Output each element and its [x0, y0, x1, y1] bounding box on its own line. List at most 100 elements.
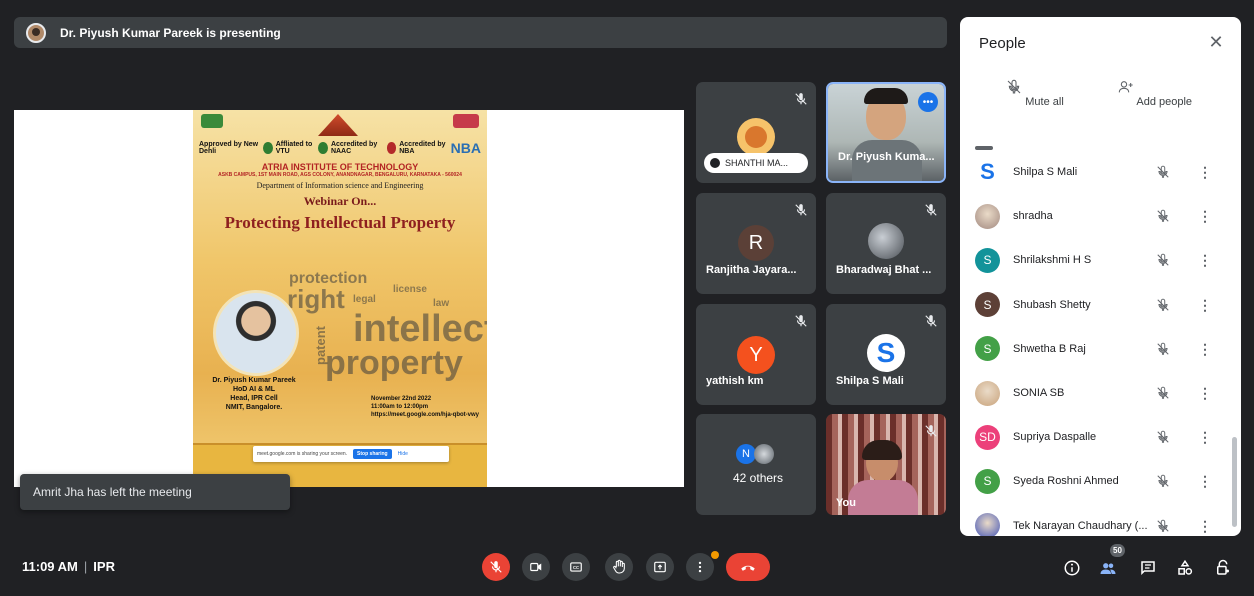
mute-all-button[interactable]: Mute all — [985, 79, 1085, 108]
notification-dot — [711, 551, 719, 559]
participant-avatar: S — [975, 292, 1000, 318]
others-tile[interactable]: N 42 others — [696, 414, 816, 515]
vtu-seal-icon — [262, 142, 273, 154]
panel-title: People — [979, 35, 1026, 52]
participant-name: Shubash Shetty — [1013, 298, 1091, 311]
participant-row[interactable]: S Syeda Roshni Ahmed ⋮ — [960, 459, 1241, 503]
hand-icon — [613, 559, 625, 574]
more-vert-icon[interactable]: ⋮ — [1198, 385, 1212, 401]
ganesha-avatar — [737, 118, 775, 156]
more-vert-icon[interactable]: ⋮ — [1198, 164, 1212, 180]
shared-screen: Approved by New Dehli Affliated to VTU A… — [14, 110, 684, 487]
participant-row[interactable]: S Shrilakshmi H S ⋮ — [960, 238, 1241, 282]
participant-name: Supriya Daspalle — [1013, 431, 1097, 444]
chat-icon — [1141, 561, 1155, 576]
participant-tile-yathish[interactable]: Y yathish km — [696, 304, 816, 405]
add-people-label: Add people — [1136, 96, 1193, 108]
participant-tile-presenter[interactable]: ••• Dr. Piyush Kuma... — [826, 82, 946, 183]
govt-logo-icon — [201, 114, 223, 128]
participant-row[interactable]: S Shwetha B Raj ⋮ — [960, 327, 1241, 371]
more-vert-icon[interactable]: ⋮ — [1198, 341, 1212, 357]
participant-row[interactable]: SONIA SB ⋮ — [960, 371, 1241, 415]
more-options-button[interactable] — [686, 553, 714, 581]
participant-logo-avatar: S — [867, 334, 905, 372]
captions-button[interactable]: CC — [562, 553, 590, 581]
more-vert-icon[interactable]: ⋮ — [1198, 473, 1212, 489]
info-icon — [1064, 560, 1080, 576]
present-now-button[interactable] — [646, 553, 674, 581]
self-tile[interactable]: You — [826, 414, 946, 515]
mic-off-icon — [1156, 253, 1170, 267]
mic-off-icon — [1156, 430, 1170, 444]
activities-button[interactable] — [1175, 558, 1195, 578]
speaker-name: Dr. Piyush Kumar Pareek — [212, 377, 296, 384]
nba-seal-icon — [386, 142, 397, 154]
mute-all-label: Mute all — [1025, 96, 1064, 108]
participant-name: Dr. Piyush Kuma... — [838, 151, 935, 163]
participant-avatar: Y — [737, 336, 775, 374]
camera-toggle-button[interactable] — [522, 553, 550, 581]
speaker-role: HoD AI & ML — [232, 386, 276, 393]
participant-avatar: SD — [975, 424, 1000, 450]
participant-name: Shrilakshmi H S — [1013, 254, 1092, 267]
institute-name: ATRIA INSTITUTE OF TECHNOLOGY — [261, 162, 419, 172]
presenting-text: Dr. Piyush Kumar Pareek is presenting — [60, 25, 281, 40]
stop-sharing-button[interactable]: Stop sharing — [353, 449, 392, 459]
participant-row[interactable]: shradha ⋮ — [960, 194, 1241, 238]
hide-button[interactable]: Hide — [398, 451, 408, 457]
event-time: 11:00am to 12:00pm — [371, 404, 429, 410]
event-date: November 22nd 2022 — [371, 396, 432, 402]
speaker-photo — [213, 290, 299, 376]
participant-row[interactable]: SD Supriya Daspalle ⋮ — [960, 415, 1241, 459]
more-vert-icon[interactable]: ⋮ — [1198, 297, 1212, 313]
participant-row[interactable]: Tek Narayan Chaudhary (... ⋮ — [960, 504, 1241, 536]
word-license: license — [393, 284, 427, 295]
participant-row[interactable]: S Shubash Shetty ⋮ — [960, 283, 1241, 327]
word-legal: legal — [353, 294, 376, 305]
close-icon[interactable]: ✕ — [1207, 33, 1225, 51]
captions-icon: CC — [570, 562, 582, 572]
meeting-code: IPR — [93, 559, 115, 574]
speaker-org: NMIT, Bangalore. — [225, 404, 283, 411]
add-person-icon — [1118, 81, 1133, 93]
people-button[interactable] — [1098, 558, 1118, 578]
participant-tile-ranjitha[interactable]: R Ranjitha Jayara... — [696, 193, 816, 294]
participant-name: Shilpa S Mali — [836, 375, 904, 387]
mic-off-icon — [490, 561, 502, 573]
mic-off-icon — [1156, 474, 1170, 488]
participant-name: SONIA SB — [1013, 387, 1065, 399]
mic-toggle-button[interactable] — [482, 553, 510, 581]
raise-hand-button[interactable] — [605, 553, 633, 581]
more-options-icon[interactable]: ••• — [918, 92, 938, 112]
participant-name: yathish km — [706, 375, 764, 387]
more-vert-icon[interactable]: ⋮ — [1198, 518, 1212, 534]
partner-logo-icon — [453, 114, 479, 128]
left-meeting-toast: Amrit Jha has left the meeting — [20, 474, 290, 510]
mic-off-icon — [795, 315, 807, 327]
participant-name: SHANTHI MA... — [725, 158, 789, 168]
leave-call-button[interactable] — [726, 553, 770, 581]
mic-off-icon — [1156, 342, 1170, 356]
meeting-details-button[interactable] — [1062, 558, 1082, 578]
participant-tile-shanthi[interactable]: SHANTHI MA... — [696, 82, 816, 183]
scrollbar[interactable] — [1232, 437, 1237, 527]
speaker-info: Dr. Piyush Kumar Pareek HoD AI & ML Head… — [199, 376, 309, 412]
participant-row[interactable]: S Shilpa S Mali ⋮ — [960, 150, 1241, 194]
host-controls-button[interactable] — [1213, 558, 1233, 578]
approved-label: Approved by New Dehli — [199, 141, 259, 155]
speaker-role-2: Head, IPR Cell — [230, 395, 278, 402]
more-vert-icon[interactable]: ⋮ — [1198, 208, 1212, 224]
more-vert-icon[interactable]: ⋮ — [1198, 252, 1212, 268]
chat-button[interactable] — [1138, 558, 1158, 578]
word-law: law — [433, 298, 450, 309]
more-vert-icon[interactable]: ⋮ — [1198, 429, 1212, 445]
add-people-button[interactable]: Add people — [1105, 79, 1205, 108]
mic-off-icon — [1156, 209, 1170, 223]
participant-tile-bharadwaj[interactable]: Bharadwaj Bhat ... — [826, 193, 946, 294]
participant-tile-shilpa[interactable]: S Shilpa S Mali — [826, 304, 946, 405]
naac-label: Accredited by NAAC — [330, 141, 378, 155]
nba-label: Accredited by NBA — [399, 141, 446, 155]
participant-name: Ranjitha Jayara... — [706, 264, 797, 276]
participant-name: Bharadwaj Bhat ... — [836, 264, 932, 276]
mic-off-icon — [795, 93, 807, 105]
